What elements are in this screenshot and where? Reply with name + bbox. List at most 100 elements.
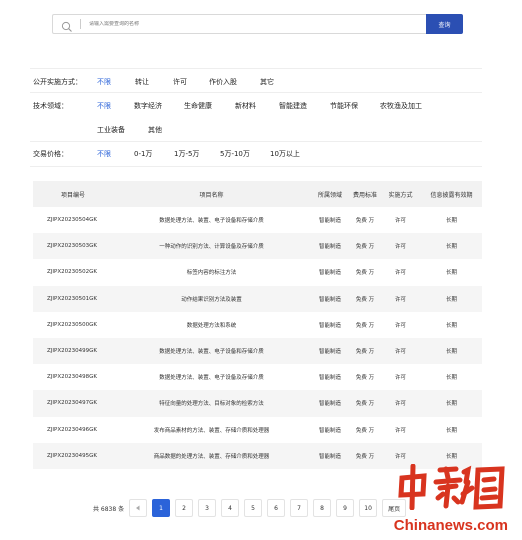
cell-project-id: ZJIPX20230495GK [47, 452, 97, 459]
cell-project-name[interactable]: 商品数据的处理方法、装置、存储介质和处理器 [113, 452, 310, 460]
cell-field: 智能制造 [318, 296, 341, 303]
cell-validity: 长期 [445, 270, 457, 277]
cell-validity: 长期 [445, 427, 457, 434]
cell-project-name[interactable]: 数据处理方法和系统 [113, 321, 310, 329]
filter-option-smart-construction[interactable]: 智能建造 [279, 101, 330, 111]
cell-field: 智能制造 [318, 322, 341, 329]
cell-project-name[interactable]: 动作结果识别方法及装置 [113, 295, 310, 303]
filter-row-field-cont: 工业装备 其他 [97, 125, 162, 135]
total-count: 共 6838 条 [93, 505, 125, 513]
cell-validity: 长期 [445, 375, 457, 382]
filter-option-any[interactable]: 不限 [97, 149, 134, 159]
cell-field: 智能制造 [318, 349, 341, 356]
page-numbers: 1 2 3 4 5 6 7 8 9 10 [152, 499, 382, 517]
cell-project-id: ZJIPX20230502GK [47, 269, 97, 276]
cell-method: 许可 [394, 270, 406, 277]
search-button[interactable]: 查询 [426, 14, 463, 34]
header-method: 实施方式 [388, 191, 413, 199]
filter-label: 公开实施方式： [33, 78, 82, 86]
table-row[interactable]: ZJIPX20230503GK 一种动作的识别方法、计算设备及存储介质 智能制造 免费… [33, 233, 482, 260]
cell-fee: 免费 万 [355, 453, 375, 460]
filter-option-5w-10w[interactable]: 5万-10万 [220, 149, 270, 159]
filter-option-energy-saving[interactable]: 节能环保 [330, 101, 380, 111]
table-row[interactable]: ZJIPX20230501GK 动作结果识别方法及装置 智能制造 免费 万 许可 长期 [33, 285, 482, 312]
cell-project-id: ZJIPX20230499GK [47, 348, 97, 355]
project-table: 项目编号 项目名称 所属领域 费用标准 实施方式 信息披露有效期 ZJIPX20… [33, 181, 482, 469]
page-button[interactable]: 5 [244, 499, 263, 517]
page-button[interactable]: 3 [198, 499, 217, 517]
cell-field: 智能制造 [318, 244, 341, 251]
prev-arrow-icon [136, 505, 140, 511]
filter-option-transfer[interactable]: 转让 [135, 77, 173, 87]
cell-method: 许可 [394, 322, 406, 329]
cell-project-name[interactable]: 一种动作的识别方法、计算设备及存储介质 [113, 242, 310, 250]
table-row[interactable]: ZJIPX20230500GK 数据处理方法和系统 智能制造 免费 万 许可 长期 [33, 312, 482, 338]
cell-project-name[interactable]: 数据处理方法、装置、电子设备和存储介质 [113, 216, 310, 224]
search-input[interactable] [89, 21, 389, 27]
cell-project-id: ZJIPX20230503GK [47, 243, 97, 250]
cell-fee: 免费 万 [355, 270, 375, 277]
filter-option-1w-5w[interactable]: 1万-5万 [174, 149, 220, 159]
cell-method: 许可 [394, 427, 406, 434]
prev-page-button[interactable] [129, 499, 148, 517]
table-row[interactable]: ZJIPX20230504GK 数据处理方法、装置、电子设备和存储介质 智能制造 免费… [33, 207, 482, 233]
page-button[interactable]: 9 [336, 499, 355, 517]
cell-project-name[interactable]: 发布商品素材的方法、装置、存储介质和处理器 [113, 426, 310, 434]
filter-option-0-1w[interactable]: 0-1万 [134, 149, 174, 159]
cell-project-name[interactable]: 数据处理方法、装置、电子设备和存储介质 [113, 347, 310, 355]
filter-option-license[interactable]: 许可 [173, 77, 209, 87]
header-project-name: 项目名称 [199, 191, 224, 199]
search-box [52, 14, 426, 34]
cell-field: 智能制造 [318, 427, 341, 434]
divider [30, 166, 482, 167]
header-fee: 费用标准 [352, 191, 377, 199]
table-row[interactable]: ZJIPX20230498GK 数据处理方法、装置、电子设备及存储介质 智能制造 免费… [33, 364, 482, 390]
page-button[interactable]: 7 [290, 499, 309, 517]
filter-row-field: 技术领域： 不限 数字经济 生命健康 新材料 智能建造 节能环保 农牧渔及加工 [33, 101, 422, 111]
cell-project-id: ZJIPX20230497GK [47, 400, 97, 407]
table-row[interactable]: ZJIPX20230497GK 特征向量的处理方法、目标对象的检索方法 智能制造 免费… [33, 390, 482, 417]
cell-project-name[interactable]: 数据处理方法、装置、电子设备及存储介质 [113, 373, 310, 381]
filter-option-new-material[interactable]: 新材料 [235, 101, 279, 111]
cell-validity: 长期 [445, 349, 457, 356]
cell-validity: 长期 [445, 453, 457, 460]
page-button[interactable]: 1 [152, 499, 171, 517]
page-button[interactable]: 8 [313, 499, 332, 517]
page-button[interactable]: 10 [359, 499, 378, 517]
filter-option-any[interactable]: 不限 [97, 77, 135, 87]
divider [30, 92, 482, 93]
page-button[interactable]: 2 [175, 499, 194, 517]
pagination: 共 6838 条 1 2 3 4 5 6 7 8 9 10 尾页 [93, 499, 411, 517]
table-row[interactable]: ZJIPX20230499GK 数据处理方法、装置、电子设备和存储介质 智能制造 免费… [33, 337, 482, 365]
cell-field: 智能制造 [318, 270, 341, 277]
filter-option-agriculture[interactable]: 农牧渔及加工 [380, 101, 422, 111]
page-button[interactable]: 4 [221, 499, 240, 517]
filter-option-industrial-equipment[interactable]: 工业装备 [97, 125, 148, 135]
filter-option-life-health[interactable]: 生命健康 [184, 101, 235, 111]
search-bar: 查询 [52, 14, 463, 34]
divider [30, 141, 482, 142]
cell-project-id: ZJIPX20230500GK [47, 321, 97, 328]
filter-option-equity[interactable]: 作价入股 [209, 77, 260, 87]
cell-method: 许可 [394, 218, 406, 225]
cell-method: 许可 [394, 296, 406, 303]
filter-option-any[interactable]: 不限 [97, 101, 134, 111]
filter-option-digital-economy[interactable]: 数字经济 [134, 101, 184, 111]
header-field: 所属领域 [317, 191, 342, 199]
cell-method: 许可 [394, 244, 406, 251]
filter-label: 交易价格： [33, 150, 68, 158]
cell-field: 智能制造 [318, 401, 341, 408]
page-button[interactable]: 6 [267, 499, 286, 517]
filter-label: 技术领域： [33, 102, 68, 110]
cell-project-name[interactable]: 标签内容的标注方法 [113, 268, 310, 276]
filter-row-price: 交易价格： 不限 0-1万 1万-5万 5万-10万 10万以上 [33, 149, 300, 159]
filter-option-other[interactable]: 其它 [260, 77, 274, 87]
filter-option-over-10w[interactable]: 10万以上 [270, 149, 300, 159]
table-row[interactable]: ZJIPX20230502GK 标签内容的标注方法 智能制造 免费 万 许可 长期 [33, 259, 482, 285]
cell-fee: 免费 万 [355, 427, 375, 434]
cell-project-id: ZJIPX20230496GK [47, 426, 97, 433]
cell-project-name[interactable]: 特征向量的处理方法、目标对象的检索方法 [113, 399, 310, 407]
table-row[interactable]: ZJIPX20230496GK 发布商品素材的方法、装置、存储介质和处理器 智能制造… [33, 417, 482, 443]
filter-option-others[interactable]: 其他 [148, 125, 162, 135]
search-icon [61, 18, 73, 32]
